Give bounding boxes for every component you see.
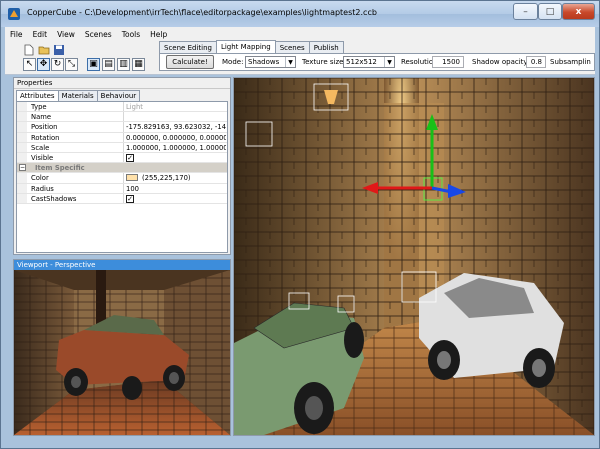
property-name: Name xyxy=(31,113,52,122)
minimize-icon: – xyxy=(523,6,528,17)
view-icon-1[interactable]: ▣ xyxy=(87,58,100,71)
calculate-button[interactable]: Calculate! xyxy=(166,55,214,69)
property-value[interactable]: 100 xyxy=(126,185,226,193)
property-name: Visible xyxy=(31,154,54,162)
properties-tabs: Attributes Materials Behaviour xyxy=(16,90,141,101)
properties-panel: Properties Attributes Materials Behaviou… xyxy=(13,77,231,255)
mode-label: Mode: xyxy=(222,58,244,66)
property-row[interactable]: Position -175.829163, 93.623032, -146. xyxy=(17,122,227,133)
viewport-title: Viewport - Perspective xyxy=(14,260,230,270)
property-value[interactable]: 0.000000, 0.000000, 0.000000 xyxy=(126,134,226,142)
rotate-icon[interactable]: ↻ xyxy=(51,58,64,71)
maximize-button[interactable]: □ xyxy=(538,3,562,20)
move-icon[interactable]: ✥ xyxy=(37,58,50,71)
property-name: Radius xyxy=(31,184,54,193)
property-grid: Type Light Name Position -175.829163, 93.6… xyxy=(16,101,228,253)
mode-value: Shadows xyxy=(248,58,280,66)
subsampling-label: Subsamplin xyxy=(550,58,591,66)
app-window: CopperCube - C:\Development\irrTech\flac… xyxy=(0,0,600,449)
tab-scenes[interactable]: Scenes xyxy=(274,41,310,53)
select-arrow-icon[interactable]: ↖ xyxy=(23,58,36,71)
maximize-icon: □ xyxy=(545,6,555,17)
tab-behaviour[interactable]: Behaviour xyxy=(96,90,141,101)
tab-publish[interactable]: Publish xyxy=(308,41,344,53)
property-row[interactable]: CastShadows ✓ xyxy=(17,193,227,204)
visible-checkbox[interactable]: ✓ xyxy=(126,154,134,162)
property-row[interactable]: Scale 1.000000, 1.000000, 1.000000 xyxy=(17,142,227,153)
shadow-opacity-input[interactable]: 0.8 xyxy=(526,56,546,68)
menu-bar: File Edit View Scenes Tools Help xyxy=(5,27,595,41)
menu-help[interactable]: Help xyxy=(145,30,172,39)
tab-light-mapping[interactable]: Light Mapping xyxy=(215,40,276,53)
view-icon-2[interactable]: ▤ xyxy=(102,58,115,71)
resolution-input[interactable]: 1500 xyxy=(432,56,464,68)
property-value[interactable]: -175.829163, 93.623032, -146. xyxy=(126,123,226,131)
close-button[interactable]: x xyxy=(562,3,595,20)
tab-attributes[interactable]: Attributes xyxy=(16,90,59,101)
tab-materials[interactable]: Materials xyxy=(57,90,98,101)
texture-size-label: Texture size: xyxy=(302,58,346,66)
property-name: Color xyxy=(31,174,49,183)
property-name: Type xyxy=(31,103,47,111)
shadow-opacity-label: Shadow opacity: xyxy=(472,58,530,66)
property-row[interactable]: Type Light xyxy=(17,102,227,113)
property-value: Light xyxy=(126,103,143,111)
new-file-icon[interactable] xyxy=(23,44,35,56)
property-value[interactable]: (255,225,170) xyxy=(142,174,191,182)
save-icon[interactable] xyxy=(53,44,65,56)
main-viewport[interactable] xyxy=(233,77,595,436)
app-logo-icon xyxy=(8,8,20,20)
property-category[interactable]: − Item Specific xyxy=(17,163,227,174)
property-row[interactable]: Name xyxy=(17,112,227,123)
category-name: Item Specific xyxy=(35,164,85,173)
open-folder-icon[interactable] xyxy=(38,44,50,56)
chevron-down-icon: ▼ xyxy=(285,57,295,67)
property-name: Position xyxy=(31,123,58,132)
collapse-icon[interactable]: − xyxy=(19,164,26,172)
menu-view[interactable]: View xyxy=(52,30,80,39)
tab-scene-editing[interactable]: Scene Editing xyxy=(159,41,217,53)
light-mapping-panel: Calculate! Mode: Shadows ▼ Texture size:… xyxy=(159,53,595,71)
chevron-down-icon: ▼ xyxy=(384,57,394,67)
view-icon-3[interactable]: ▥ xyxy=(117,58,130,71)
texture-size-value: 512x512 xyxy=(346,58,377,66)
properties-title: Properties xyxy=(14,78,230,89)
main-scene[interactable] xyxy=(234,78,594,435)
view-icon-4[interactable]: ▦ xyxy=(132,58,145,71)
property-name: CastShadows xyxy=(31,194,77,203)
scale-icon[interactable]: ⤡ xyxy=(65,58,78,71)
property-value[interactable]: 1.000000, 1.000000, 1.000000 xyxy=(126,144,226,152)
property-name: Scale xyxy=(31,143,50,152)
minimize-button[interactable]: – xyxy=(513,3,538,20)
close-icon: x xyxy=(575,6,582,17)
menu-scenes[interactable]: Scenes xyxy=(80,30,117,39)
cast-shadows-checkbox[interactable]: ✓ xyxy=(126,194,134,203)
property-row[interactable]: Visible ✓ xyxy=(17,153,227,164)
property-name: Rotation xyxy=(31,133,60,142)
perspective-scene[interactable] xyxy=(14,270,230,435)
property-row[interactable]: Color (255,225,170) xyxy=(17,173,227,184)
title-bar: CopperCube - C:\Development\irrTech\flac… xyxy=(1,1,599,27)
editor-tabs: Scene Editing Light Mapping Scenes Publi… xyxy=(159,40,344,53)
mode-select[interactable]: Shadows ▼ xyxy=(245,56,296,68)
color-swatch[interactable] xyxy=(126,174,138,182)
texture-size-select[interactable]: 512x512 ▼ xyxy=(343,56,395,68)
menu-edit[interactable]: Edit xyxy=(28,30,53,39)
menu-tools[interactable]: Tools xyxy=(117,30,145,39)
perspective-viewport[interactable]: Viewport - Perspective xyxy=(13,259,231,436)
property-row[interactable]: Rotation 0.000000, 0.000000, 0.000000 xyxy=(17,132,227,143)
property-row[interactable]: Radius 100 xyxy=(17,183,227,194)
menu-file[interactable]: File xyxy=(5,30,28,39)
window-title: CopperCube - C:\Development\irrTech\flac… xyxy=(27,8,377,17)
